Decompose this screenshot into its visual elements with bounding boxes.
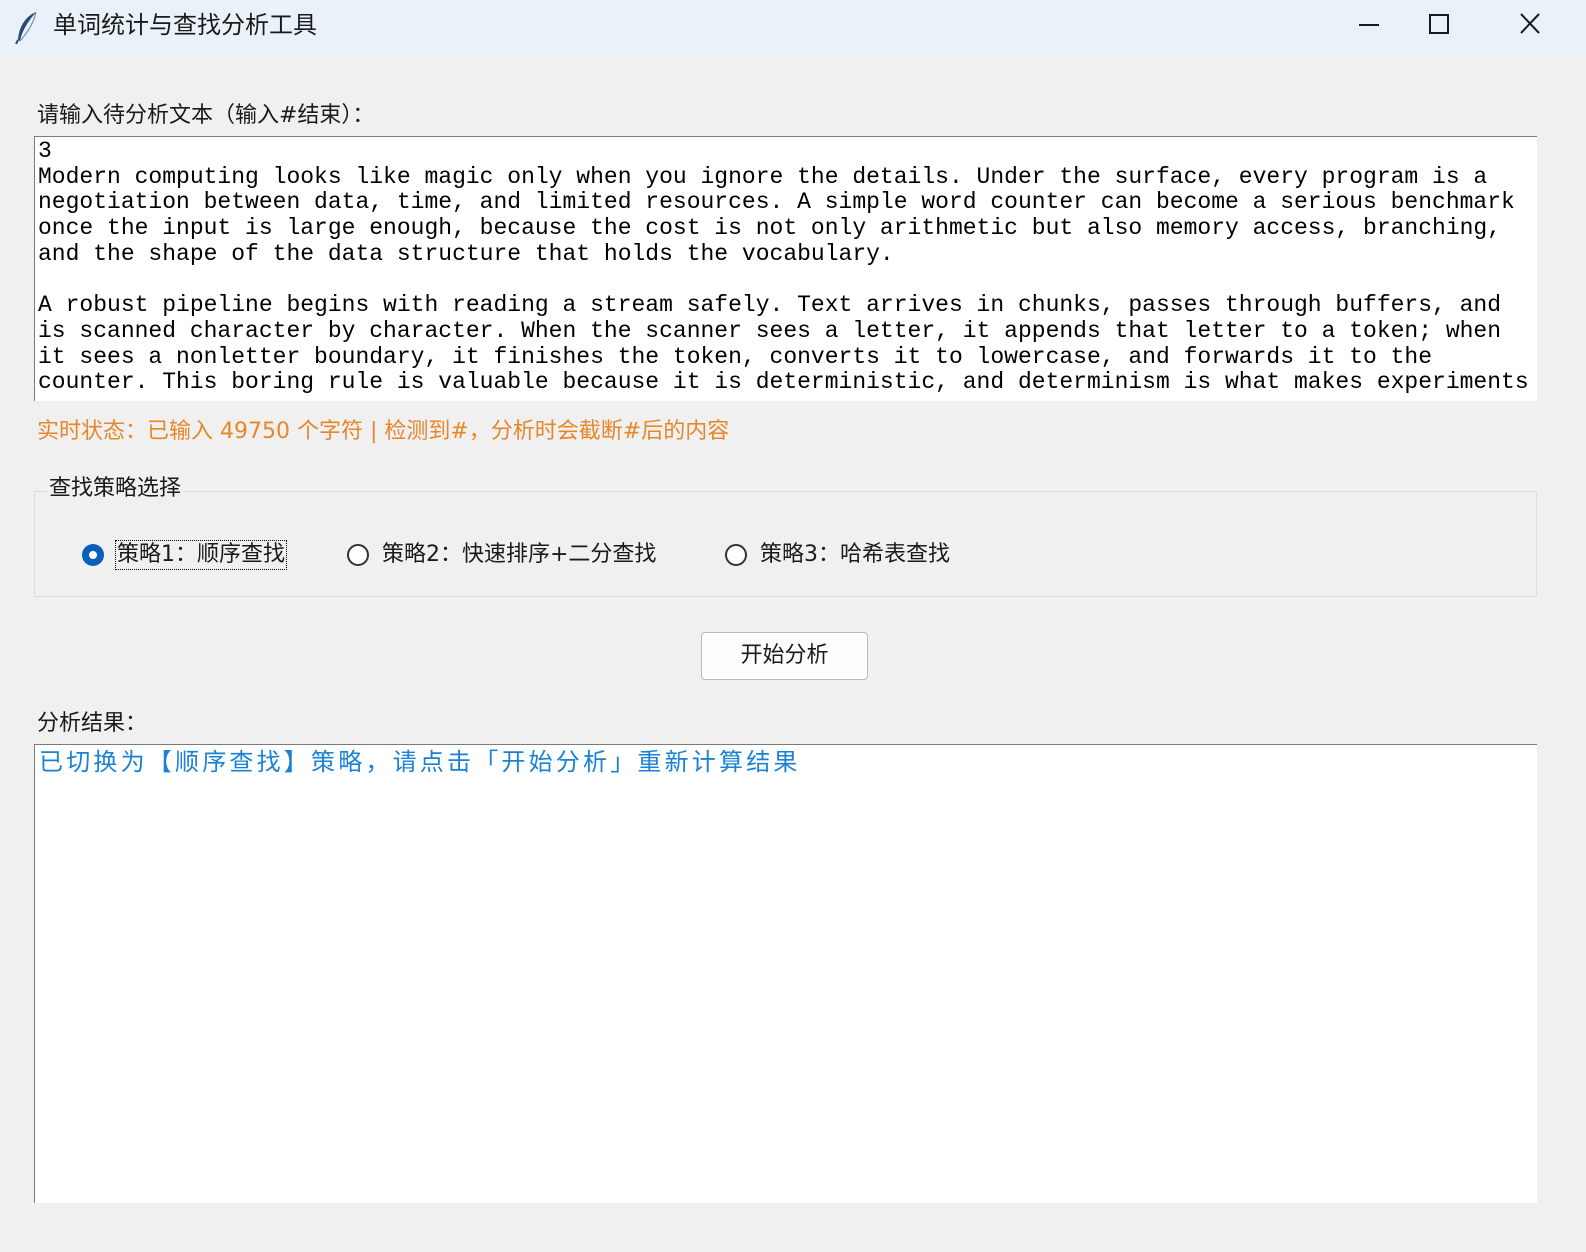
- strategy-radio-quicksort-binary[interactable]: 策略2：快速排序+二分查找: [347, 538, 657, 572]
- radio-unchecked-icon[interactable]: [725, 544, 747, 566]
- minimize-button[interactable]: [1320, 0, 1410, 50]
- input-label: 请输入待分析文本（输入#结束）：: [37, 103, 375, 128]
- maximize-icon: [1429, 14, 1449, 34]
- result-output-area[interactable]: 已切换为【顺序查找】策略，请点击「开始分析」重新计算结果: [34, 744, 1537, 1203]
- radio-checked-icon[interactable]: [82, 544, 104, 566]
- close-button[interactable]: [1500, 0, 1586, 50]
- feather-icon: [15, 11, 37, 44]
- text-input-area[interactable]: 3 Modern computing looks like magic only…: [34, 136, 1537, 401]
- strategy-radio-hash[interactable]: 策略3：哈希表查找: [725, 538, 951, 572]
- radio-unchecked-icon[interactable]: [347, 544, 369, 566]
- strategy-group-title: 查找策略选择: [47, 474, 184, 504]
- window-title: 单词统计与查找分析工具: [53, 11, 317, 39]
- result-label: 分析结果：: [37, 711, 148, 736]
- app-window: 单词统计与查找分析工具 请输入待分析文本（输入#结束）： 3 Modern co…: [0, 0, 1586, 1252]
- strategy-radio-sequential[interactable]: 策略1：顺序查找: [82, 538, 287, 572]
- status-text: 实时状态：已输入 49750 个字符 | 检测到#，分析时会截断#后的内容: [37, 419, 730, 444]
- strategy-label-quicksort-binary[interactable]: 策略2：快速排序+二分查找: [381, 541, 657, 569]
- result-text: 已切换为【顺序查找】策略，请点击「开始分析」重新计算结果: [39, 748, 801, 776]
- title-bar[interactable]: 单词统计与查找分析工具: [0, 0, 1586, 54]
- start-analysis-button[interactable]: 开始分析: [701, 632, 868, 680]
- input-text[interactable]: 3 Modern computing looks like magic only…: [35, 137, 1537, 396]
- strategy-label-sequential[interactable]: 策略1：顺序查找: [115, 540, 287, 570]
- strategy-label-hash[interactable]: 策略3：哈希表查找: [759, 541, 951, 569]
- minimize-icon: [1359, 24, 1379, 26]
- close-icon: [1520, 13, 1540, 34]
- maximize-button[interactable]: [1410, 0, 1500, 50]
